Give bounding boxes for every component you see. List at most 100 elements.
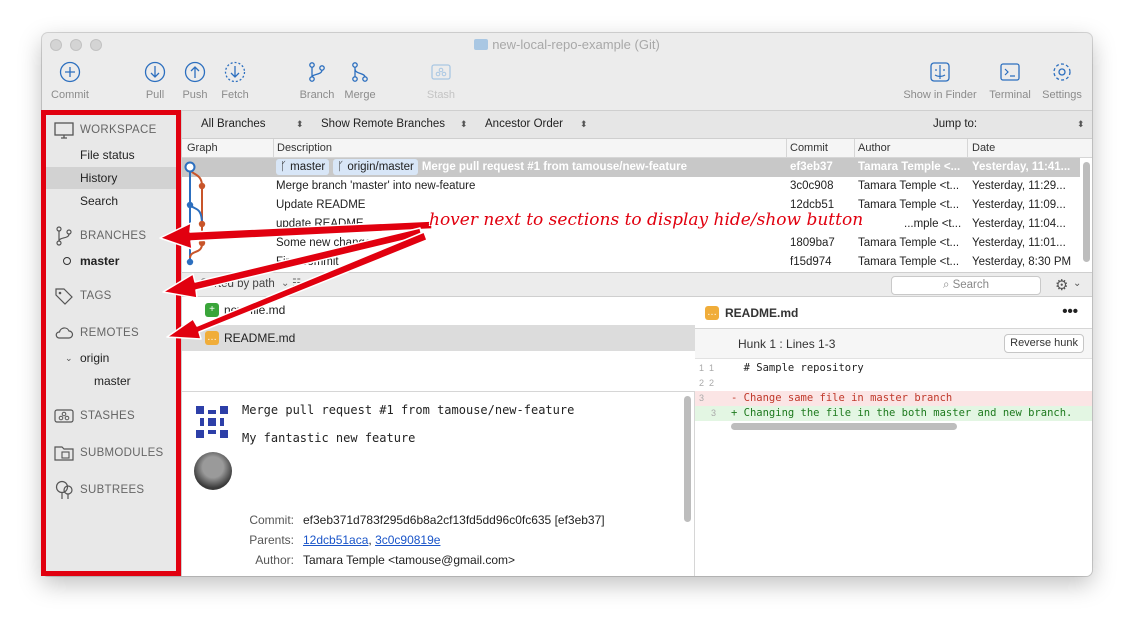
search-input[interactable]: ⌕ Search	[891, 276, 1041, 295]
commit-author: Tamara Temple <...	[858, 161, 961, 173]
sidebar-item-origin[interactable]: ⌄ origin	[46, 347, 178, 369]
column-divider[interactable]	[967, 139, 968, 158]
branch-label: Branch	[299, 89, 335, 101]
column-description[interactable]: Description	[277, 142, 332, 154]
monitor-icon	[54, 122, 74, 139]
reverse-hunk-button[interactable]: Reverse hunk	[1004, 334, 1084, 353]
diff-horizontal-scrollbar[interactable]	[731, 423, 957, 430]
changed-files-list: + new-file.md … README.md	[182, 297, 695, 392]
commit-author: ...mple <t...	[904, 218, 962, 230]
commit-row[interactable]: Some new changes 1809ba7 Tamara Temple <…	[182, 234, 1080, 253]
commit-hash: 3c0c908	[790, 180, 834, 192]
merge-button[interactable]: Merge	[334, 61, 386, 101]
file-row[interactable]: … README.md	[182, 325, 695, 351]
column-author[interactable]: Author	[858, 142, 890, 154]
line-text: - Change same file in master branch	[731, 392, 953, 404]
diff-line: 1 1 # Sample repository	[695, 361, 1092, 376]
sidebar-section-remotes[interactable]: REMOTES	[54, 322, 139, 344]
commit-row[interactable]: First commit f15d974 Tamara Temple <t...…	[182, 253, 1080, 272]
annotation-text: hover next to sections to display hide/s…	[429, 210, 864, 230]
details-scrollbar[interactable]	[684, 396, 691, 522]
updown-chevron-icon[interactable]: ⬍	[460, 119, 468, 130]
file-list-toolbar: Sorted by path ⌄ ☷ ⌄ ⌕ Search ⚙ ⌄	[182, 272, 1092, 297]
sidebar: WORKSPACE File status History Search BRA…	[42, 111, 182, 576]
commit-date: Yesterday, 11:01...	[972, 237, 1066, 249]
sort-menu[interactable]: Sorted by path	[200, 278, 275, 290]
updown-chevron-icon[interactable]: ⬍	[580, 119, 588, 130]
commit-label: Commit:	[249, 513, 294, 527]
old-line-number: 1	[699, 363, 705, 373]
parents-label: Parents:	[249, 533, 294, 547]
settings-button[interactable]: Settings	[1036, 61, 1088, 101]
order-select[interactable]: Ancestor Order	[485, 118, 563, 130]
line-text	[731, 376, 737, 391]
commit-description: Some new changes	[276, 237, 378, 249]
commit-author: Tamara Temple <t...	[858, 180, 960, 192]
gear-chevron-icon[interactable]: ⌄	[1073, 278, 1081, 289]
sidebar-section-stashes[interactable]: STASHES	[54, 405, 135, 427]
sidebar-item-search[interactable]: Search	[46, 190, 178, 212]
chevron-down-icon[interactable]: ⌄	[65, 347, 73, 369]
merge-label: Merge	[344, 89, 376, 101]
file-name: README.md	[224, 331, 296, 345]
sidebar-item-file-status[interactable]: File status	[46, 144, 178, 166]
gear-icon[interactable]: ⚙	[1055, 276, 1068, 294]
arrow-up-circle-icon	[184, 61, 206, 83]
sidebar-section-branches[interactable]: BRANCHES	[54, 225, 146, 247]
parent-link[interactable]: 3c0c90819e	[375, 533, 440, 547]
jump-to-select[interactable]: ⬍	[1077, 119, 1085, 130]
commit-description: update README	[276, 218, 364, 230]
old-line-number: 3	[699, 393, 705, 403]
line-text: # Sample repository	[731, 362, 864, 374]
line-numbers: 1 1	[699, 361, 727, 376]
branch-icon	[309, 62, 325, 82]
commit-full-hash: ef3eb371d783f295d6b8a2cf13fd5dd96c0fc635…	[303, 513, 605, 527]
sidebar-item-origin-master[interactable]: master	[46, 370, 178, 392]
column-divider[interactable]	[854, 139, 855, 158]
diff-pane: … README.md ••• Hunk 1 : Lines 1-3 Rever…	[695, 297, 1092, 576]
push-label: Push	[182, 89, 208, 101]
commit-label: Commit	[51, 89, 89, 101]
commit-description: First commit	[276, 256, 339, 268]
hunk-title: Hunk 1 : Lines 1-3	[738, 337, 836, 351]
more-options-icon[interactable]: •••	[1062, 303, 1078, 320]
remote-branches-select[interactable]: Show Remote Branches	[321, 118, 445, 130]
fetch-button[interactable]: Fetch	[209, 61, 261, 101]
minimize-window-button[interactable]	[70, 39, 82, 51]
close-window-button[interactable]	[50, 39, 62, 51]
submodule-folder-icon	[54, 446, 74, 461]
commit-button[interactable]: Commit	[44, 61, 96, 101]
sidebar-item-history[interactable]: History	[46, 167, 178, 189]
sidebar-item-master[interactable]: master	[46, 250, 178, 272]
commit-body: My fantastic new feature	[242, 431, 416, 445]
cloud-icon	[55, 327, 74, 339]
stash-button[interactable]: Stash	[415, 61, 467, 101]
sort-chevron-icon[interactable]: ⌄ ☷ ⌄	[281, 278, 312, 289]
stash-icon	[431, 64, 451, 80]
column-graph[interactable]: Graph	[187, 142, 218, 154]
author-label: Author:	[255, 553, 294, 567]
stash-icon	[54, 409, 74, 423]
commit-list-scrollbar[interactable]	[1083, 162, 1090, 262]
column-commit[interactable]: Commit	[790, 142, 828, 154]
show-in-finder-button[interactable]: Show in Finder	[897, 61, 983, 101]
column-divider[interactable]	[273, 139, 274, 158]
commit-author: Tamara Temple <t...	[858, 199, 960, 211]
parent-link[interactable]: 12dcb51aca	[303, 533, 368, 547]
terminal-button[interactable]: Terminal	[982, 61, 1038, 101]
file-row[interactable]: + new-file.md	[182, 297, 695, 323]
branch-filter-select[interactable]: All Branches	[201, 118, 266, 130]
column-date[interactable]: Date	[972, 142, 995, 154]
commit-row[interactable]: ᚴ master ᚴ origin/master Merge pull reques…	[182, 158, 1080, 177]
commit-hash: f15d974	[790, 256, 832, 268]
zoom-window-button[interactable]	[90, 39, 102, 51]
commit-row[interactable]: Merge branch 'master' into new-feature 3…	[182, 177, 1080, 196]
updown-chevron-icon[interactable]: ⬍	[296, 119, 304, 130]
sidebar-section-submodules[interactable]: SUBMODULES	[54, 442, 164, 464]
tree-icon	[55, 480, 73, 499]
column-divider[interactable]	[786, 139, 787, 158]
sourcetree-window: new-local-repo-example (Git) Commit Pull…	[42, 33, 1092, 576]
sidebar-section-workspace[interactable]: WORKSPACE	[54, 119, 157, 141]
sidebar-section-tags[interactable]: TAGS	[54, 285, 112, 307]
sidebar-section-subtrees[interactable]: SUBTREES	[54, 479, 144, 501]
